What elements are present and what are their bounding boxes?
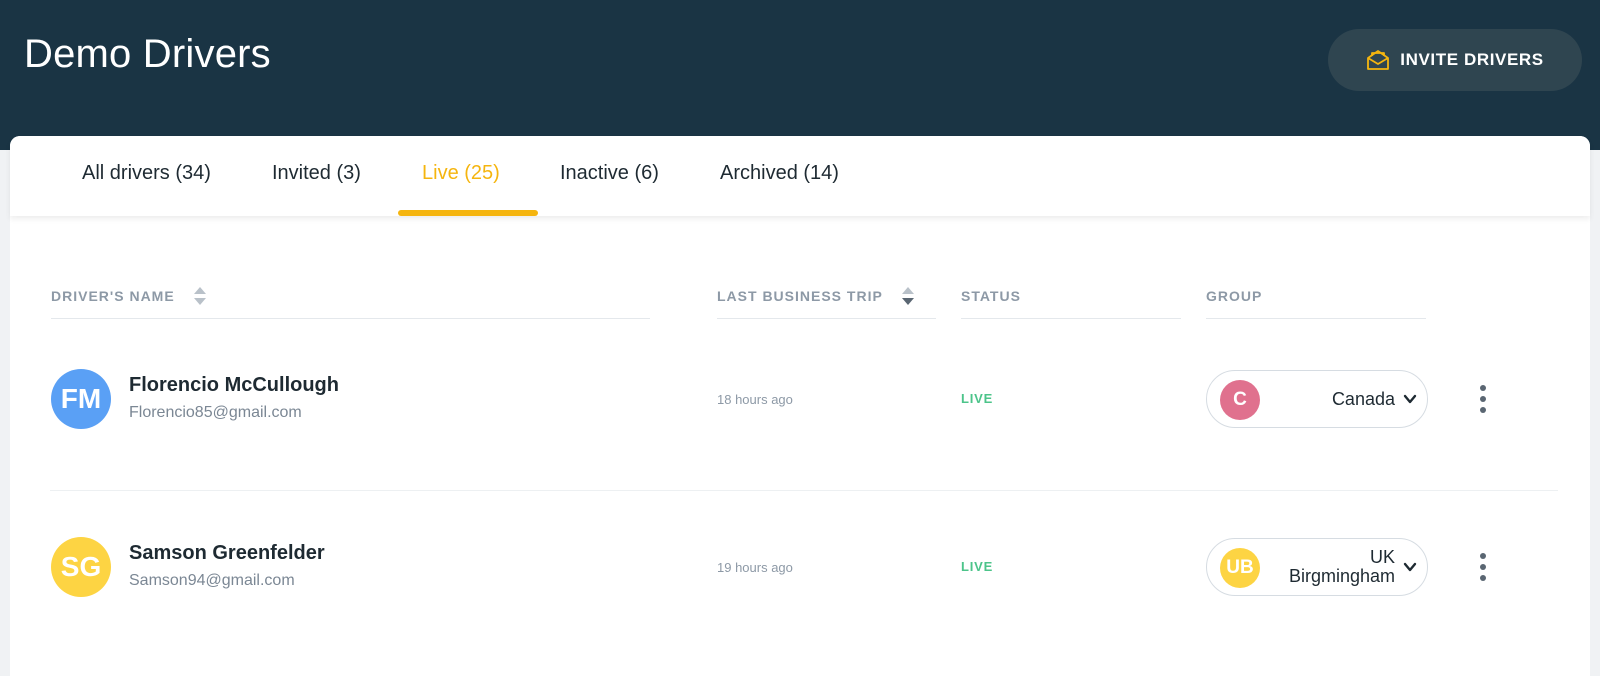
active-tab-indicator (398, 210, 538, 216)
column-header-trip-label: LAST BUSINESS TRIP (717, 288, 883, 304)
group-name-text: UK Birgmingham (1289, 548, 1395, 586)
column-divider (51, 318, 650, 319)
tab-inactive[interactable]: Inactive (6) (560, 162, 659, 216)
row-divider (50, 490, 1558, 491)
driver-name[interactable]: Florencio McCullough (129, 374, 339, 397)
chevron-down-icon (1403, 562, 1417, 572)
column-header-name-label: DRIVER'S NAME (51, 288, 175, 304)
driver-email: Samson94@gmail.com (129, 572, 295, 589)
kebab-dot (1480, 396, 1486, 402)
kebab-dot (1480, 407, 1486, 413)
driver-name[interactable]: Samson Greenfelder (129, 542, 325, 565)
tab-archived[interactable]: Archived (14) (720, 162, 839, 216)
kebab-dot (1480, 575, 1486, 581)
tab-bar: All drivers (34) Invited (3) Live (25) I… (10, 136, 1590, 216)
group-name-line: Birgmingham (1288, 566, 1395, 586)
column-header-group: GROUP (1206, 286, 1262, 306)
group-select[interactable]: UB UK Birgmingham (1206, 538, 1428, 596)
tab-live[interactable]: Live (25) (422, 162, 500, 216)
invite-drivers-label: INVITE DRIVERS (1400, 50, 1544, 69)
kebab-dot (1480, 553, 1486, 559)
column-divider (961, 318, 1181, 319)
page-title: Demo Drivers (24, 32, 271, 76)
group-name-line: UK (1369, 547, 1395, 567)
row-menu-button[interactable] (1473, 550, 1493, 584)
drivers-panel: All drivers (34) Invited (3) Live (25) I… (10, 136, 1590, 676)
invite-drivers-button[interactable]: INVITE DRIVERS (1328, 29, 1582, 91)
column-divider (1206, 318, 1426, 319)
group-name: UK Birgmingham (1245, 539, 1395, 595)
envelope-icon (1367, 50, 1390, 70)
last-business-trip: 18 hours ago (717, 392, 793, 407)
tab-invited[interactable]: Invited (3) (272, 162, 361, 216)
group-name-text: Canada (1331, 388, 1395, 409)
column-header-group-label: GROUP (1206, 288, 1263, 304)
sort-icon[interactable] (901, 286, 915, 306)
column-header-status-label: STATUS (961, 288, 1021, 304)
group-select[interactable]: C Canada (1206, 370, 1428, 428)
column-header-name[interactable]: DRIVER'S NAME (51, 286, 207, 306)
column-divider (717, 318, 936, 319)
driver-email: Florencio85@gmail.com (129, 404, 302, 421)
last-business-trip: 19 hours ago (717, 560, 793, 575)
group-name: Canada (1245, 371, 1395, 427)
row-menu-button[interactable] (1473, 382, 1493, 416)
kebab-dot (1480, 385, 1486, 391)
column-header-status: STATUS (961, 286, 1021, 306)
kebab-dot (1480, 564, 1486, 570)
status-badge: LIVE (961, 559, 994, 574)
status-badge: LIVE (961, 391, 994, 406)
driver-avatar: SG (51, 537, 111, 597)
page-header: Demo Drivers INVITE DRIVERS (0, 0, 1600, 150)
driver-avatar: FM (51, 369, 111, 429)
sort-icon[interactable] (193, 286, 207, 306)
tab-all-drivers[interactable]: All drivers (34) (82, 162, 211, 216)
chevron-down-icon (1403, 394, 1417, 404)
column-header-trip[interactable]: LAST BUSINESS TRIP (717, 286, 915, 306)
